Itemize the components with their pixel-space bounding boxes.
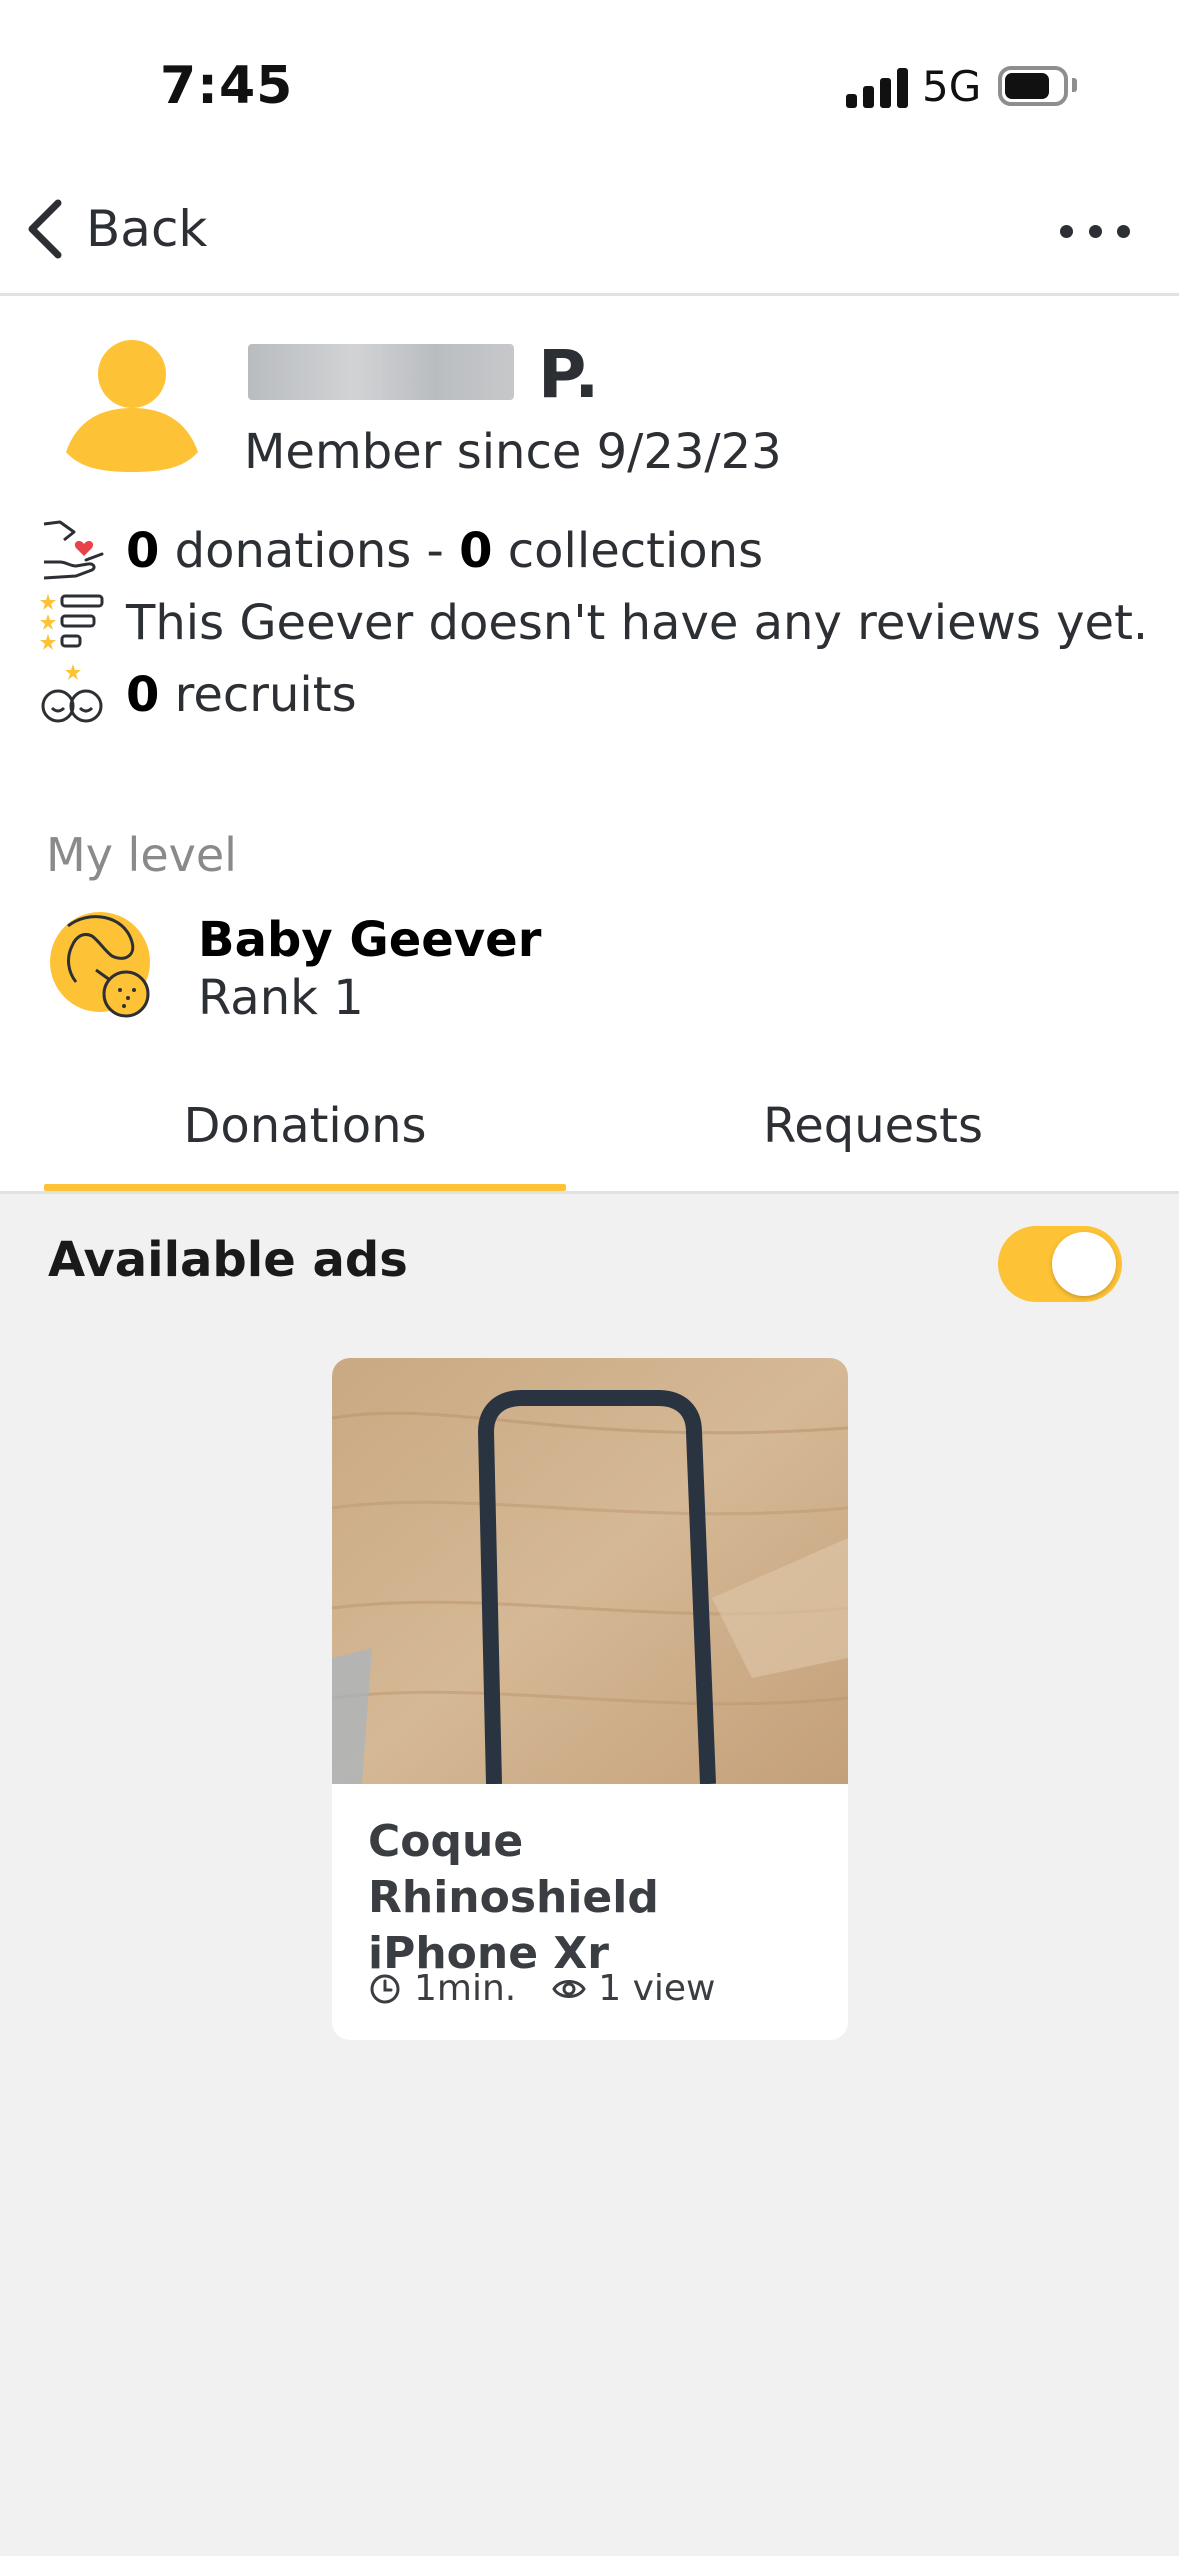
- pacifier-badge-icon: [50, 912, 150, 1018]
- member-since: Member since 9/23/23: [244, 424, 782, 480]
- tab-requests[interactable]: Requests: [612, 1060, 1134, 1191]
- available-ads-label: Available ads: [48, 1232, 408, 1288]
- chevron-left-icon: [28, 199, 62, 259]
- profile-section: P. Member since 9/23/23 0 donations - 0 …: [0, 300, 1179, 1190]
- battery-tip: [1072, 78, 1077, 92]
- ad-meta: 1min. 1 view: [368, 1968, 715, 2009]
- donations-stat: 0 donations - 0 collections: [40, 518, 763, 584]
- more-dots-icon[interactable]: [1060, 216, 1130, 246]
- navigation-bar: Back: [0, 170, 1179, 296]
- level-label: My level: [46, 828, 237, 882]
- status-bar: 7:45 5G: [0, 0, 1179, 170]
- collections-word: collections: [492, 523, 764, 579]
- level-name: Baby Geever: [198, 912, 542, 968]
- ad-photo: [332, 1358, 848, 1784]
- recruits-icon: [41, 664, 103, 723]
- tab-donations[interactable]: Donations: [44, 1060, 566, 1191]
- ad-age: 1min.: [414, 1968, 517, 2009]
- blurred-name: [248, 344, 514, 400]
- toggle-knob: [1052, 1232, 1116, 1296]
- reviews-stat: This Geever doesn't have any reviews yet…: [40, 590, 1148, 656]
- battery-icon: [998, 66, 1068, 106]
- network-type: 5G: [922, 62, 982, 111]
- recruits-count: 0: [126, 667, 160, 723]
- recruits-stat-text: 0 recruits: [126, 667, 357, 723]
- donation-hand-icon: [43, 520, 104, 580]
- avatar-icon: [66, 340, 198, 472]
- clock-icon: [370, 1974, 400, 2003]
- reviews-icon: [40, 594, 104, 650]
- profile-name-suffix: P.: [538, 336, 600, 413]
- back-button[interactable]: Back: [22, 194, 207, 264]
- profile-tabs: Donations Requests: [0, 1060, 1179, 1194]
- back-label: Back: [86, 200, 208, 258]
- ad-views: 1 view: [598, 1968, 716, 2009]
- level-rank: Rank 1: [198, 970, 364, 1026]
- collections-count: 0: [459, 523, 493, 579]
- recruits-word: recruits: [159, 667, 357, 723]
- reviews-text: This Geever doesn't have any reviews yet…: [126, 595, 1149, 651]
- donations-stat-text: 0 donations - 0 collections: [126, 523, 763, 579]
- recruits-stat: 0 recruits: [40, 662, 357, 728]
- ads-list: Available ads Coque Rhinoshield iPhone X…: [0, 1194, 1179, 2556]
- status-time: 7:45: [160, 56, 294, 116]
- available-ads-toggle[interactable]: [998, 1226, 1122, 1302]
- active-tab-indicator: [44, 1184, 566, 1191]
- signal-icon: [846, 68, 908, 108]
- ad-card[interactable]: Coque Rhinoshield iPhone Xr 1min. 1 view: [332, 1358, 848, 2040]
- donations-count: 0: [126, 523, 160, 579]
- ad-title: Coque Rhinoshield iPhone Xr: [368, 1816, 659, 1979]
- donations-word: donations -: [159, 523, 460, 579]
- eye-icon: [552, 1979, 586, 1998]
